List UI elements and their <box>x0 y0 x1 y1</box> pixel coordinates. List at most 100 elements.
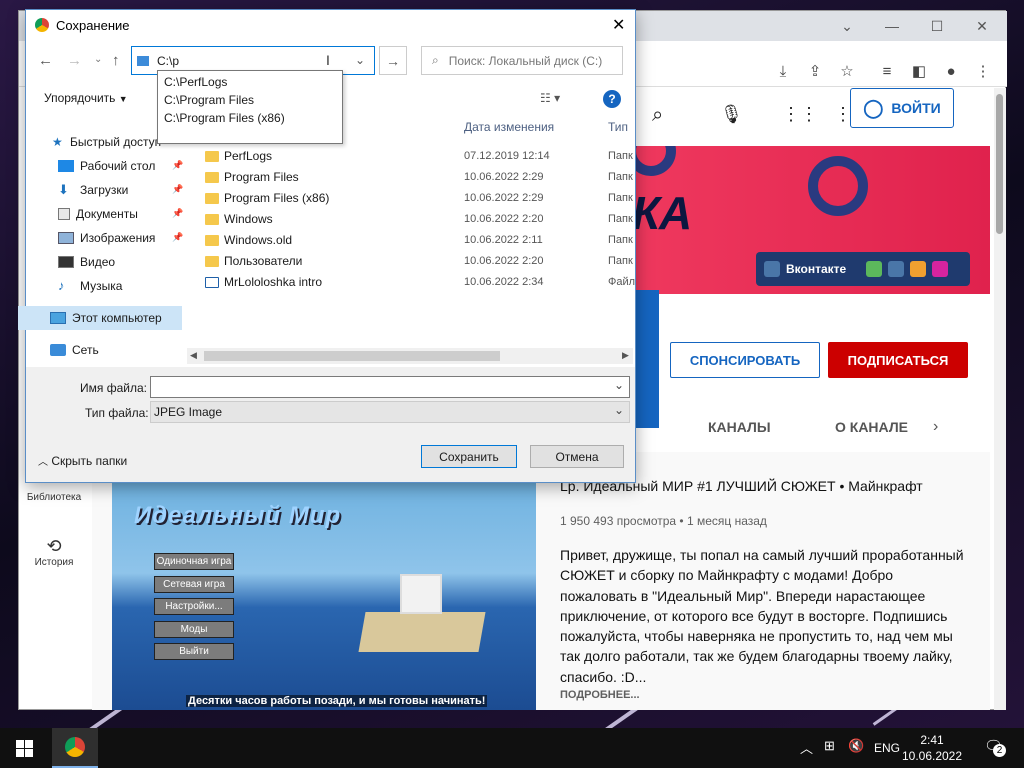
up-arrow-icon[interactable]: ↑ <box>112 52 120 69</box>
scroll-right-icon[interactable]: ▶ <box>622 350 629 361</box>
download-icon[interactable]: ⤓ <box>770 58 796 84</box>
file-row[interactable]: Пользователи <box>205 251 302 271</box>
filename-field[interactable] <box>150 376 630 398</box>
address-dropdown-icon[interactable]: ⌄ <box>355 53 365 67</box>
file-row[interactable]: Windows.old <box>205 230 292 250</box>
file-row[interactable]: PerfLogs <box>205 146 272 166</box>
save-button[interactable]: Сохранить <box>421 445 517 468</box>
go-button[interactable]: → <box>379 46 407 75</box>
tab-channels[interactable]: КАНАЛЫ <box>708 419 771 435</box>
profile-icon[interactable]: ● <box>938 58 964 84</box>
game-icon[interactable] <box>910 261 927 277</box>
taskbar <box>0 728 1024 768</box>
media-icon[interactable] <box>866 261 883 277</box>
organize-button[interactable]: Упорядочить ▼ <box>44 91 128 105</box>
apps-grid-icon[interactable]: ⋮⋮ <box>782 104 818 125</box>
chevron-down-icon[interactable]: ⌄ <box>614 378 624 392</box>
vk-icon[interactable] <box>888 261 905 277</box>
address-input-value[interactable]: C:\p <box>157 54 179 68</box>
document-icon <box>58 208 70 220</box>
thumb-menu-item: Одиночная игра <box>154 553 234 570</box>
file-row[interactable]: Program Files (x86) <box>205 188 329 208</box>
search-input[interactable]: ⌕ Поиск: Локальный диск (C:) <box>421 46 623 75</box>
menu-kebab-icon[interactable]: ⋮ <box>970 58 996 84</box>
file-name: Program Files <box>224 170 299 184</box>
autocomplete-item[interactable]: C:\PerfLogs <box>158 73 342 91</box>
sidebar-item-music[interactable]: ♪ Музыка <box>58 275 122 297</box>
clock-date: 10.06.2022 <box>901 749 963 763</box>
sidebar-item-images[interactable]: Изображения <box>58 227 155 249</box>
file-type: Папк <box>608 150 633 162</box>
sidebar-item-this-pc[interactable]: Этот компьютер <box>50 307 162 329</box>
hide-folders-button[interactable]: ︿ Скрыть папки <box>38 453 127 468</box>
page-scrollbar-thumb[interactable] <box>996 94 1003 234</box>
hide-folders-label: Скрыть папки <box>51 454 128 468</box>
maximize-button[interactable]: ☐ <box>914 11 960 41</box>
file-row[interactable]: MrLololoshka intro <box>205 272 322 292</box>
forward-arrow-icon[interactable]: → <box>67 52 82 69</box>
column-header-type[interactable]: Тип <box>608 120 628 134</box>
notifications-icon[interactable]: 🗨 2 <box>984 737 1006 757</box>
subscribe-button[interactable]: ПОДПИСАТЬСЯ <box>828 342 968 378</box>
social-vk-label[interactable]: Вконтакте <box>786 262 846 276</box>
download-icon: ⬇ <box>58 182 69 197</box>
folder-icon <box>205 213 219 225</box>
help-icon[interactable]: ? <box>603 90 621 108</box>
file-name: Program Files (x86) <box>224 191 330 205</box>
autocomplete-item[interactable]: C:\Program Files (x86) <box>158 109 342 127</box>
close-button[interactable]: ✕ <box>959 11 1005 41</box>
star-icon: ★ <box>52 135 63 149</box>
tray-overflow-icon[interactable]: ︿ <box>800 738 813 757</box>
clock[interactable]: 2:41 10.06.2022 <box>900 732 964 764</box>
file-row[interactable]: Program Files <box>205 167 299 187</box>
sidebar-item-quick-access[interactable]: ★ Быстрый доступ <box>52 131 161 153</box>
filetype-select[interactable]: JPEG Image <box>150 401 630 423</box>
cancel-button[interactable]: Отмена <box>530 445 624 468</box>
address-autocomplete: C:\PerfLogs C:\Program Files C:\Program … <box>157 70 343 144</box>
file-name: Пользователи <box>224 254 303 268</box>
file-name: Windows.old <box>224 233 293 247</box>
column-header-date[interactable]: Дата изменения <box>464 120 554 134</box>
dialog-close-icon[interactable]: ✕ <box>612 15 625 35</box>
file-row[interactable]: Windows <box>205 209 273 229</box>
recent-dropdown-icon[interactable]: ⌄ <box>94 54 102 65</box>
file-date: 07.12.2019 12:14 <box>464 150 550 162</box>
chevron-down-icon[interactable]: ⌄ <box>824 11 870 41</box>
autocomplete-item[interactable]: C:\Program Files <box>158 91 342 109</box>
tab-about[interactable]: О КАНАЛЕ <box>835 419 908 435</box>
sidebar-item-network[interactable]: Сеть <box>50 339 99 361</box>
sidebar-item-documents[interactable]: Документы <box>58 203 138 225</box>
instagram-icon[interactable] <box>932 261 949 277</box>
sidebar-item-desktop[interactable]: Рабочий стол <box>58 155 155 177</box>
network-icon[interactable]: ⊞ <box>824 738 835 754</box>
minimize-button[interactable]: — <box>869 11 915 41</box>
chevron-right-icon[interactable]: › <box>933 418 938 436</box>
file-type: Папк <box>608 234 633 246</box>
start-button[interactable] <box>0 728 48 768</box>
sidepanel-icon[interactable]: ◧ <box>906 58 932 84</box>
chevron-down-icon[interactable]: ⌄ <box>614 403 624 417</box>
back-arrow-icon[interactable]: ← <box>38 52 53 69</box>
sidebar-item-video[interactable]: Видео <box>58 251 115 273</box>
sidebar-item-downloads[interactable]: ⬇ Загрузки <box>58 179 128 201</box>
sidebar-item-history[interactable]: ⟲ История <box>18 536 90 568</box>
nav-label: Изображения <box>80 231 156 245</box>
vk-icon[interactable] <box>764 261 780 277</box>
media-icon[interactable]: ≡ <box>874 58 900 84</box>
horizontal-scrollbar-thumb[interactable] <box>204 351 500 361</box>
sidebar-item-library[interactable]: Библиотека <box>18 492 90 503</box>
sidebar-library-label: Библиотека <box>26 492 82 503</box>
language-indicator[interactable]: ENG <box>874 741 900 755</box>
login-button[interactable]: ◯ ВОЙТИ <box>850 88 954 128</box>
share-icon[interactable]: ⇪ <box>802 58 828 84</box>
sponsor-button[interactable]: СПОНСИРОВАТЬ <box>670 342 820 378</box>
search-icon[interactable]: ⌕ <box>652 104 663 127</box>
microphone-icon[interactable]: 🎙 <box>720 104 743 125</box>
bookmark-star-icon[interactable]: ☆ <box>834 58 860 84</box>
view-options-icon[interactable]: ☷ ▾ <box>540 91 560 105</box>
volume-muted-icon[interactable]: 🔇 <box>848 738 864 754</box>
read-more-link[interactable]: ПОДРОБНЕЕ... <box>560 689 640 701</box>
thumbnail-caption: Десятки часов работы позади, и мы готовы… <box>186 695 488 707</box>
taskbar-chrome[interactable] <box>52 728 98 768</box>
scroll-left-icon[interactable]: ◀ <box>190 350 197 361</box>
